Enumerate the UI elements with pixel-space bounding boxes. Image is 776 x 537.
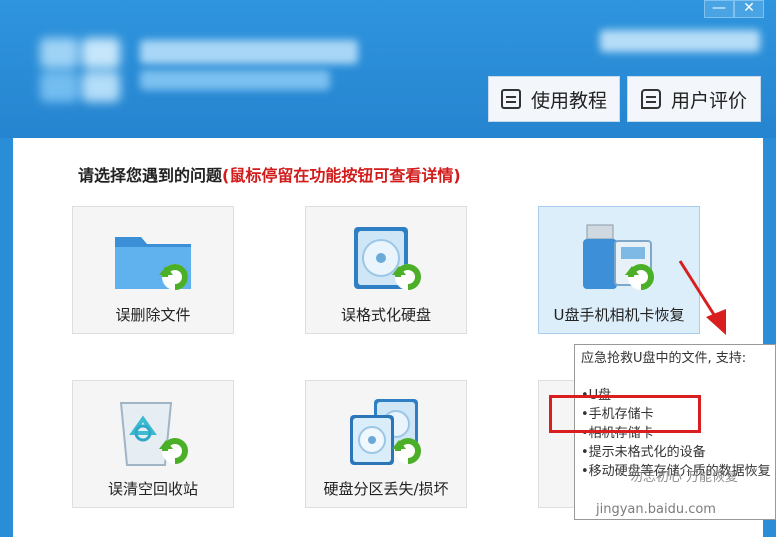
comment-icon	[640, 89, 661, 109]
close-button[interactable]: ✕	[734, 0, 764, 18]
tooltip-header: 应急抢救U盘中的文件, 支持:	[581, 351, 747, 366]
app-title-blurred	[140, 40, 358, 64]
tile-recycle-bin[interactable]: 误清空回收站	[72, 380, 234, 508]
review-label: 用户评价	[670, 89, 747, 112]
version-blurred	[600, 30, 760, 52]
app-subtitle-blurred	[140, 70, 330, 90]
document-icon	[500, 89, 521, 109]
tutorial-button[interactable]: 使用教程	[488, 76, 620, 122]
partition-restore-icon	[350, 399, 421, 465]
tile-label: 误格式化硬盘	[340, 306, 431, 324]
folder-restore-icon	[115, 237, 191, 290]
tutorial-label: 使用教程	[530, 89, 607, 112]
annotation-arrow	[678, 260, 726, 335]
watermark-text: 勿忘初心 万能恢复	[629, 470, 739, 485]
usb-card-restore-icon	[583, 224, 654, 290]
tile-deleted-files[interactable]: 误删除文件	[72, 206, 234, 334]
recycle-bin-restore-icon	[119, 402, 188, 466]
tile-partition-lost[interactable]: 硬盘分区丢失/损坏	[305, 380, 467, 508]
tile-formatted-disk[interactable]: 误格式化硬盘	[305, 206, 467, 334]
disk-restore-icon	[354, 227, 421, 290]
tooltip-item: •提示未格式化的设备	[581, 445, 706, 460]
review-button[interactable]: 用户评价	[627, 76, 761, 122]
tile-label: 误清空回收站	[107, 480, 198, 498]
tile-label: 误删除文件	[115, 306, 191, 324]
prompt-text: 请选择您遇到的问题(鼠标停留在功能按钮可查看详情)	[78, 162, 461, 186]
app-logo	[40, 38, 122, 104]
annotation-highlight-box	[549, 395, 701, 433]
prompt-main: 请选择您遇到的问题	[78, 166, 223, 185]
watermark-url: jingyan.baidu.com	[596, 502, 716, 517]
minimize-button[interactable]: —	[704, 0, 734, 18]
prompt-hint: (鼠标停留在功能按钮可查看详情)	[222, 166, 461, 185]
tile-label: 硬盘分区丢失/损坏	[323, 480, 449, 498]
